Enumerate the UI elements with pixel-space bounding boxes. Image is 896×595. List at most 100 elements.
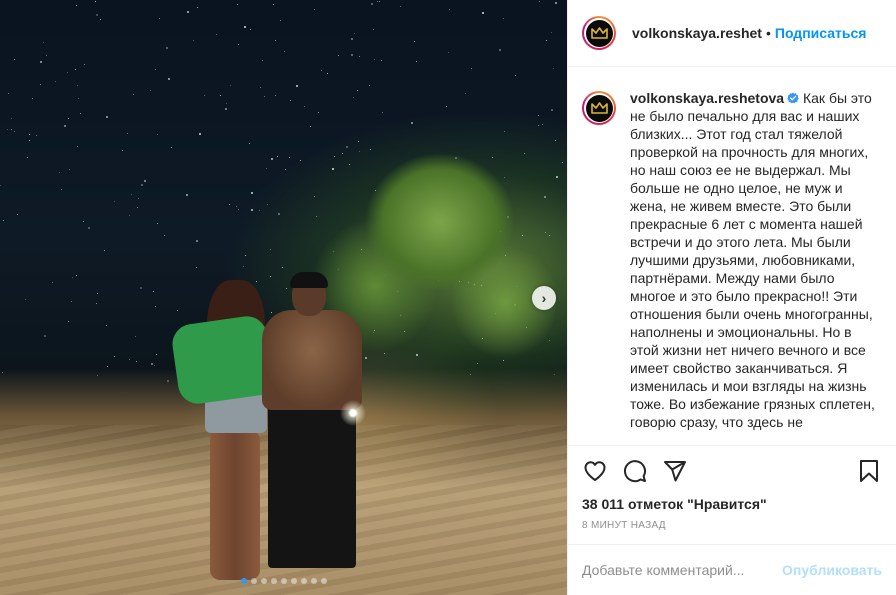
star	[215, 34, 217, 36]
author-avatar[interactable]	[582, 16, 616, 50]
star	[243, 266, 245, 268]
crown-icon	[590, 27, 608, 39]
star	[274, 39, 276, 41]
star	[414, 41, 416, 43]
post-photo[interactable]: ›	[0, 0, 567, 595]
caption-body: Как бы это не было печально для вас и на…	[630, 90, 875, 430]
star	[2, 219, 4, 221]
carousel-indicator	[0, 578, 567, 584]
star	[314, 9, 316, 11]
star	[113, 200, 115, 202]
star	[304, 106, 306, 107]
star	[351, 37, 354, 40]
star	[29, 140, 31, 142]
publish-button[interactable]: Опубликовать	[782, 562, 882, 578]
star	[67, 72, 69, 74]
star	[187, 10, 190, 13]
star	[195, 267, 197, 269]
star	[562, 162, 564, 164]
star	[32, 97, 34, 99]
star	[249, 143, 251, 145]
post-timestamp[interactable]: 8 минут назад	[582, 520, 882, 531]
star	[555, 2, 558, 4]
share-button[interactable]	[662, 458, 688, 484]
star	[99, 19, 101, 20]
comment-input[interactable]	[582, 562, 783, 578]
action-icon-row	[582, 446, 882, 496]
star	[251, 208, 254, 211]
star	[192, 39, 194, 41]
star	[554, 373, 555, 375]
star	[284, 168, 286, 170]
star	[136, 206, 138, 208]
star	[556, 175, 559, 178]
star	[548, 339, 550, 341]
star	[154, 306, 156, 307]
carousel-next-button[interactable]: ›	[532, 286, 556, 310]
caption-username[interactable]: volkonskaya.reshetova	[630, 90, 784, 106]
caption-area: volkonskaya.reshetova Как бы это не было…	[568, 67, 896, 445]
header-separator: •	[765, 25, 771, 41]
star	[228, 204, 230, 206]
star	[415, 60, 417, 62]
star	[72, 276, 74, 278]
star	[337, 54, 339, 56]
star	[167, 379, 169, 382]
star	[96, 292, 98, 294]
star	[76, 275, 77, 277]
star	[448, 9, 450, 11]
star	[318, 112, 320, 114]
star	[128, 214, 130, 216]
star	[274, 95, 276, 97]
star	[95, 14, 98, 17]
star	[105, 115, 108, 118]
star	[68, 168, 70, 170]
star	[27, 156, 28, 158]
star	[266, 167, 267, 169]
star	[204, 95, 206, 97]
star	[358, 55, 360, 57]
star	[68, 118, 69, 119]
star	[36, 135, 38, 137]
follow-button[interactable]: Подписаться	[775, 25, 867, 41]
star	[258, 210, 260, 212]
star	[545, 39, 547, 41]
star	[105, 325, 107, 327]
carousel-dot	[290, 578, 297, 584]
star	[54, 80, 56, 82]
carousel-dot	[300, 578, 307, 584]
star	[6, 129, 8, 131]
comment-box: Опубликовать	[568, 544, 896, 595]
like-button[interactable]	[582, 458, 608, 484]
star	[83, 220, 85, 222]
star	[351, 54, 354, 57]
like-count[interactable]: 38 011 отметок "Нравится"	[582, 496, 882, 512]
verified-badge-icon	[787, 92, 799, 104]
star	[43, 334, 46, 337]
star	[67, 321, 69, 323]
star	[153, 291, 155, 293]
heart-icon	[584, 461, 606, 481]
comment-button[interactable]	[622, 458, 648, 484]
star	[14, 130, 15, 132]
star	[84, 63, 86, 65]
star	[197, 6, 199, 8]
star	[158, 17, 160, 19]
star	[94, 1, 96, 3]
star	[236, 205, 238, 207]
star	[88, 227, 91, 230]
star	[445, 106, 447, 107]
star	[58, 172, 60, 174]
star	[149, 89, 151, 91]
save-button[interactable]	[856, 458, 882, 484]
star	[63, 124, 66, 127]
star	[537, 125, 539, 127]
caption-avatar[interactable]	[582, 91, 616, 125]
star	[282, 267, 284, 269]
star	[321, 69, 323, 71]
header-username[interactable]: volkonskaya.reshet	[632, 25, 762, 41]
star	[75, 4, 77, 6]
star	[270, 311, 272, 313]
star	[277, 155, 279, 157]
paper-plane-icon	[664, 461, 686, 482]
